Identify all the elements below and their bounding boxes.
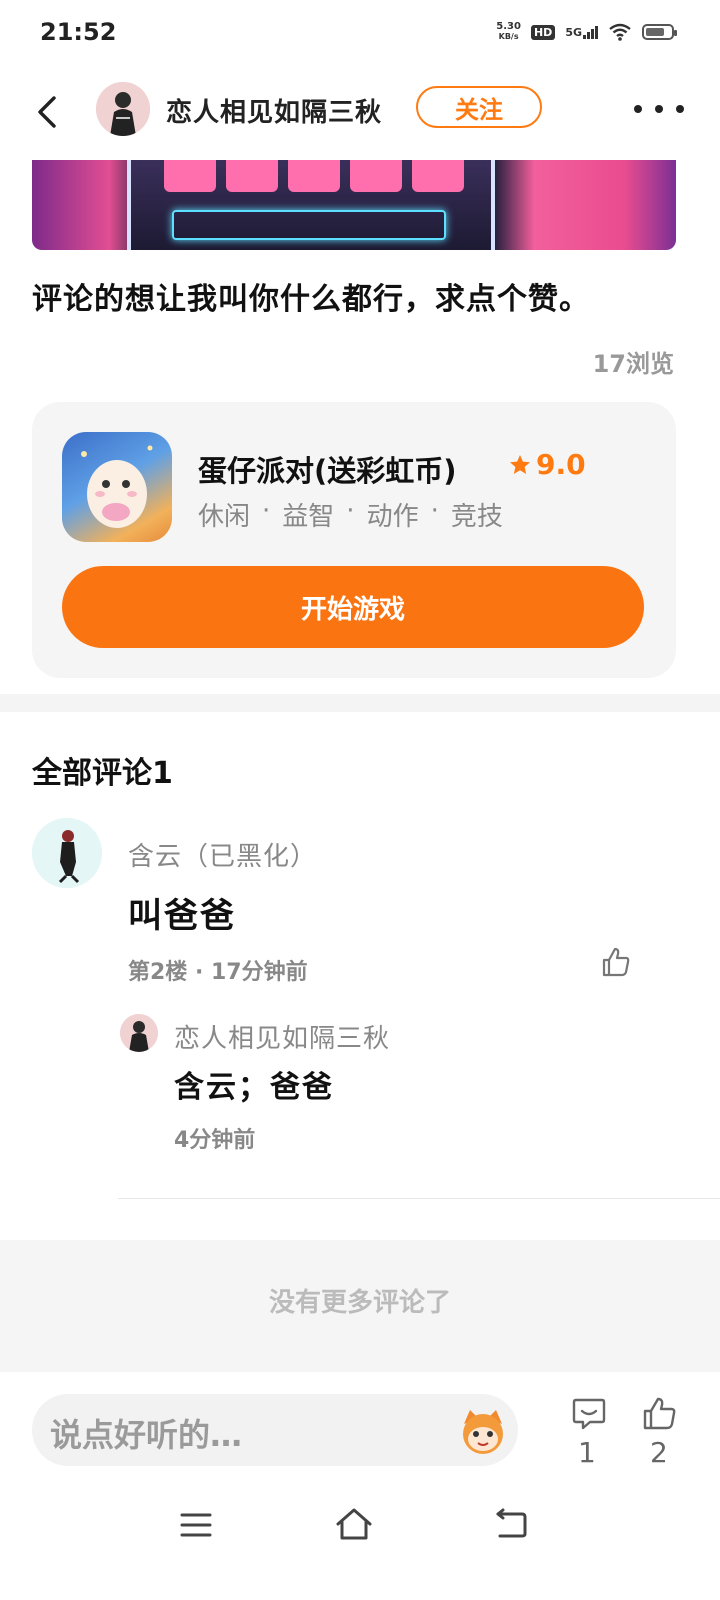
comment-icon[interactable] [570,1394,608,1432]
egg-character-icon [81,445,153,528]
home-icon[interactable] [334,1506,374,1542]
section-divider [0,694,720,712]
post-image[interactable] [32,160,676,250]
avatar-image [32,818,102,888]
back-icon[interactable] [30,92,70,132]
battery-level [646,28,664,36]
star-icon [510,454,530,474]
tag-separator: · [262,496,271,526]
signal-icon: 5G [565,25,598,39]
author-name[interactable]: 恋人相见如隔三秋 [166,92,382,129]
more-options-icon[interactable] [634,94,684,124]
emoji-icon[interactable] [456,1404,510,1458]
network-speed: 5.30 KB/s [496,22,521,42]
comment-input-placeholder[interactable]: 说点好听的… [50,1410,242,1456]
comments-title: 全部评论1 [32,756,173,791]
game-rating: 9.0 [508,448,586,481]
avatar-image [120,1014,158,1052]
commenter-name[interactable]: 含云（已黑化） [128,836,317,873]
author-avatar[interactable] [96,82,150,136]
status-icons: 5.30 KB/s HD 5G [496,22,677,42]
status-time: 21:52 [40,18,117,46]
battery-icon [642,24,677,40]
tag-separator: · [430,496,439,526]
follow-button[interactable]: 关注 [416,86,542,128]
like-count: 2 [650,1436,668,1469]
wifi-icon [609,23,631,41]
reply-avatar[interactable] [120,1014,158,1052]
avatar-image [96,82,150,136]
back-nav-icon[interactable] [494,1508,528,1540]
comment-meta: 第2楼 · 17分钟前 [128,960,308,985]
start-game-button[interactable]: 开始游戏 [62,566,644,648]
reply-text: 含云；爸爸 [174,1070,334,1105]
view-count: 17浏览 [592,350,674,378]
game-tag: 益智 [282,502,335,532]
comment-text: 叫爸爸 [128,896,236,936]
game-title[interactable]: 蛋仔派对(送彩虹币) [198,448,457,490]
comment-divider [118,1198,720,1199]
neon-sign [172,210,446,240]
comment-count: 1 [578,1436,596,1469]
post-text: 评论的想让我叫你什么都行，求点个赞。 [32,282,590,317]
game-tags: 休闲 · 益智 · 动作 · 竞技 [198,496,503,533]
game-tag: 竞技 [450,502,503,532]
game-icon[interactable] [62,432,172,542]
network-speed-value: 5.30 [496,21,521,32]
network-type: 5G [565,25,582,39]
game-tag: 休闲 [198,502,251,532]
reply-author-name[interactable]: 恋人相见如隔三秋 [174,1018,390,1055]
game-tag: 动作 [366,502,419,532]
like-icon[interactable] [640,1394,680,1434]
like-icon[interactable] [598,944,634,980]
network-speed-unit: KB/s [498,32,519,41]
no-more-comments: 没有更多评论了 [268,1288,451,1318]
rating-value: 9.0 [536,448,586,481]
commenter-avatar[interactable] [32,818,102,888]
hd-icon: HD [530,24,556,40]
menu-icon[interactable] [180,1510,212,1540]
tag-separator: · [346,496,355,526]
reply-time: 4分钟前 [174,1128,256,1153]
